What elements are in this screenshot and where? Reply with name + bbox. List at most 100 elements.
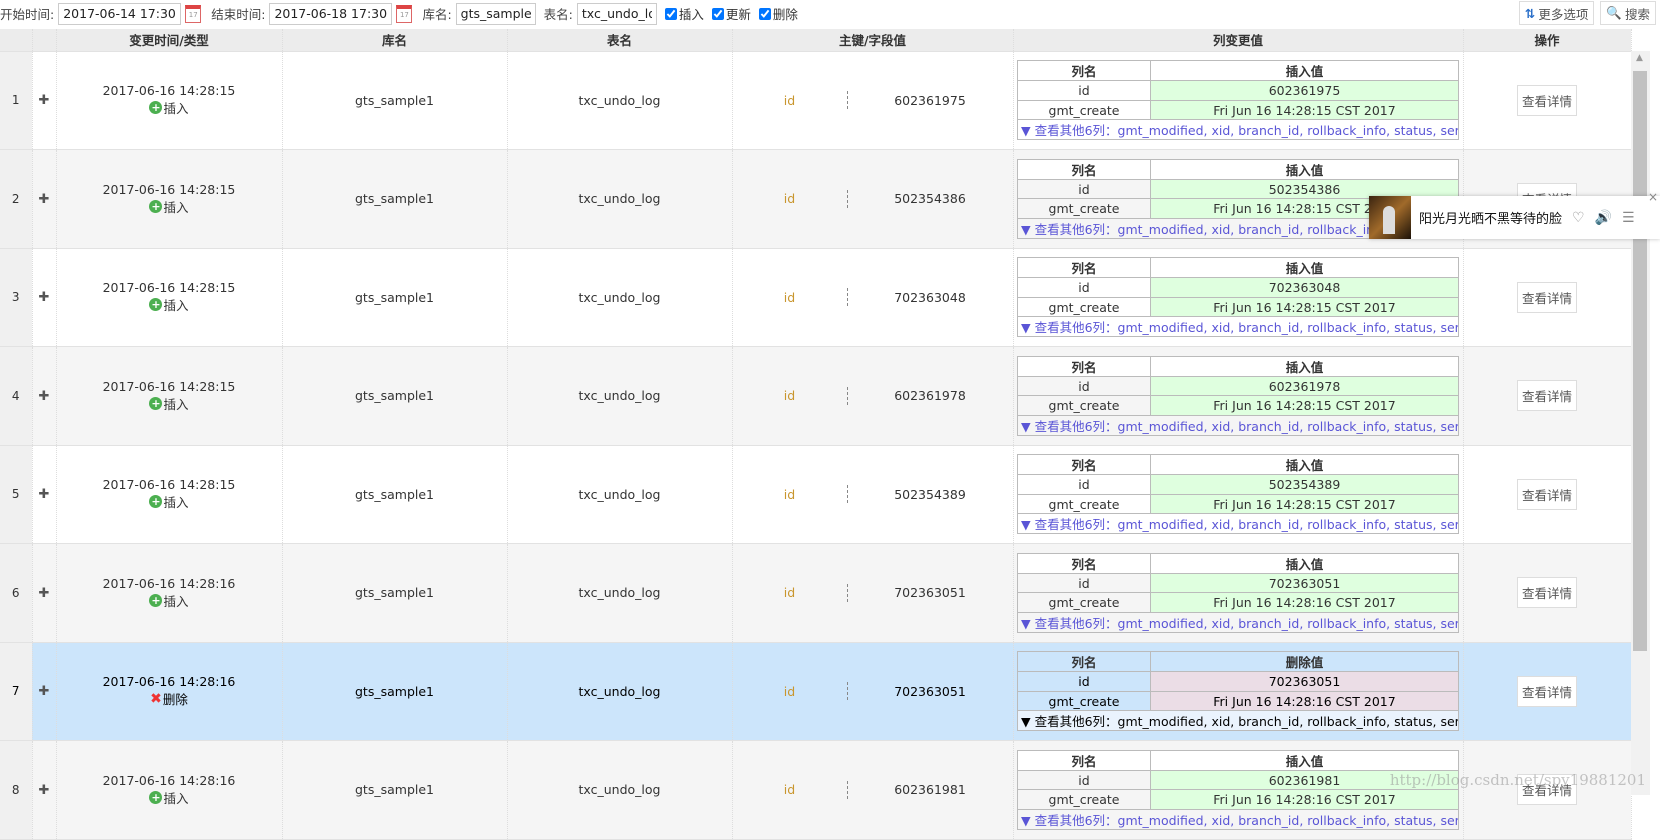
row-number: 5 bbox=[0, 445, 33, 544]
update-checkbox-label: 更新 bbox=[725, 7, 751, 22]
table-row[interactable]: 4 ✚ 2017-06-16 14:28:15 + 插入 gts_sample1 … bbox=[0, 346, 1632, 446]
ops-cell: 查看详情 bbox=[1463, 740, 1632, 840]
key-name: id bbox=[783, 585, 796, 601]
view-details-button[interactable]: 查看详情 bbox=[1516, 478, 1577, 510]
update-checkbox-input[interactable] bbox=[711, 7, 724, 20]
volume-icon[interactable]: 🔊 bbox=[1595, 210, 1612, 226]
scrollbar-thumb[interactable] bbox=[1633, 71, 1647, 651]
view-details-button[interactable]: 查看详情 bbox=[1516, 84, 1577, 116]
table-row[interactable]: 6 ✚ 2017-06-16 14:28:16 + 插入 gts_sample1 … bbox=[0, 543, 1632, 643]
expand-button[interactable]: ✚ bbox=[32, 445, 57, 544]
view-details-button[interactable]: 查看详情 bbox=[1516, 380, 1577, 412]
calendar-icon[interactable]: 17 bbox=[185, 4, 202, 23]
column-name: gmt_create bbox=[1017, 592, 1151, 613]
vertical-scrollbar[interactable]: ▲ bbox=[1631, 51, 1650, 795]
show-more-columns-link[interactable]: ▼ 查看其他6列：gmt_modified, xid, branch_id, r… bbox=[1017, 316, 1459, 338]
view-details-button[interactable]: 查看详情 bbox=[1516, 675, 1577, 707]
column-value: Fri Jun 16 14:28:15 CST 2017 bbox=[1150, 395, 1459, 416]
insert-checkbox[interactable]: 插入 bbox=[664, 4, 704, 23]
column-value: Fri Jun 16 14:28:16 CST 2017 bbox=[1150, 592, 1459, 613]
expand-button[interactable]: ✚ bbox=[32, 740, 57, 840]
delete-checkbox[interactable]: 删除 bbox=[758, 4, 798, 23]
sub-header-value: 插入值 bbox=[1150, 749, 1459, 771]
change-type-badge: + 插入 bbox=[149, 197, 189, 216]
sub-header-col: 列名 bbox=[1017, 355, 1151, 377]
column-value: 702363048 bbox=[1150, 277, 1459, 298]
column-change-table: 列名 插入值 id 702363051 gmt_create Fri Jun 16 1… bbox=[1017, 552, 1459, 633]
sub-header-value: 插入值 bbox=[1150, 60, 1459, 82]
insert-icon: + bbox=[149, 593, 163, 607]
end-time-label: 结束时间: bbox=[211, 7, 266, 22]
show-more-columns-link[interactable]: ▼ 查看其他6列：gmt_modified, xid, branch_id, r… bbox=[1017, 414, 1459, 436]
table-input[interactable] bbox=[576, 2, 657, 25]
show-more-columns-link[interactable]: ▼ 查看其他6列：gmt_modified, xid, branch_id, r… bbox=[1017, 710, 1459, 732]
column-name: gmt_create bbox=[1017, 493, 1151, 515]
table-row[interactable]: 3 ✚ 2017-06-16 14:28:15 + 插入 gts_sample1 … bbox=[0, 248, 1632, 347]
change-type: 插入 bbox=[163, 396, 189, 412]
change-type-badge: + 插入 bbox=[149, 788, 189, 807]
view-details-button[interactable]: 查看详情 bbox=[1516, 281, 1577, 313]
ops-cell: 查看详情 bbox=[1463, 248, 1632, 347]
sub-header-col: 列名 bbox=[1017, 158, 1151, 180]
expand-button[interactable]: ✚ bbox=[32, 642, 57, 741]
plus-icon: ✚ bbox=[38, 388, 50, 404]
key-value: 502354386 bbox=[894, 191, 966, 207]
view-details-button[interactable]: 查看详情 bbox=[1516, 577, 1577, 609]
search-button[interactable]: 🔍 搜索 bbox=[1600, 1, 1656, 25]
db-name: gts_sample1 bbox=[282, 346, 508, 446]
show-more-columns-link[interactable]: ▼ 查看其他6列：gmt_modified, xid, branch_id, r… bbox=[1017, 808, 1459, 830]
column-name: id bbox=[1017, 671, 1151, 692]
key-value: 702363051 bbox=[894, 683, 966, 699]
music-popup[interactable]: 阳光月光晒不黑等待的脸 ♡ 🔊 ☰ × bbox=[1369, 190, 1660, 239]
key-cell: id 702363048 bbox=[732, 248, 1014, 347]
change-type-badge: + 插入 bbox=[149, 295, 189, 314]
change-time: 2017-06-16 14:28:15 bbox=[102, 280, 236, 296]
start-time-input[interactable] bbox=[58, 2, 182, 25]
column-change-table: 列名 插入值 id 502354389 gmt_create Fri Jun 16 1… bbox=[1017, 454, 1459, 535]
playlist-icon[interactable]: ☰ bbox=[1622, 210, 1635, 226]
insert-checkbox-input[interactable] bbox=[664, 7, 677, 20]
change-type: 插入 bbox=[163, 101, 189, 117]
expand-button[interactable]: ✚ bbox=[32, 149, 57, 249]
expand-button[interactable]: ✚ bbox=[32, 543, 57, 643]
more-options-button[interactable]: ⇅ 更多选项 bbox=[1518, 1, 1595, 25]
db-input[interactable] bbox=[455, 2, 536, 25]
row-number: 6 bbox=[0, 543, 33, 643]
expand-button[interactable]: ✚ bbox=[32, 51, 57, 150]
plus-icon: ✚ bbox=[38, 487, 50, 503]
column-value: Fri Jun 16 14:28:15 CST 2017 bbox=[1150, 493, 1459, 515]
calendar-icon[interactable]: 17 bbox=[396, 4, 413, 23]
show-more-columns-link[interactable]: ▼ 查看其他6列：gmt_modified, xid, branch_id, r… bbox=[1017, 611, 1459, 633]
plus-icon: ✚ bbox=[38, 290, 50, 306]
row-number: 3 bbox=[0, 248, 33, 347]
changes-cell: 列名 插入值 id 502354389 gmt_create Fri Jun 16 1… bbox=[1013, 445, 1464, 544]
table-name: txc_undo_log bbox=[507, 346, 733, 446]
close-icon[interactable]: × bbox=[1648, 190, 1658, 204]
table-row[interactable]: 5 ✚ 2017-06-16 14:28:15 + 插入 gts_sample1 … bbox=[0, 445, 1632, 544]
delete-checkbox-input[interactable] bbox=[758, 7, 771, 20]
plus-icon: ✚ bbox=[38, 191, 50, 207]
update-checkbox[interactable]: 更新 bbox=[711, 4, 751, 23]
change-time: 2017-06-16 14:28:15 bbox=[102, 378, 236, 394]
column-name: id bbox=[1017, 474, 1151, 495]
time-type-cell: 2017-06-16 14:28:15 + 插入 bbox=[56, 51, 283, 150]
end-time-input[interactable] bbox=[269, 2, 393, 25]
column-name: id bbox=[1017, 572, 1151, 594]
change-type: 插入 bbox=[163, 199, 189, 215]
table-name: txc_undo_log bbox=[507, 445, 733, 544]
insert-icon: + bbox=[149, 298, 163, 312]
table-row[interactable]: 8 ✚ 2017-06-16 14:28:16 + 插入 gts_sample1 … bbox=[0, 740, 1632, 840]
table-row[interactable]: 7 ✚ 2017-06-16 14:28:16 ✖ 删除 gts_sample1 … bbox=[0, 642, 1632, 741]
expand-button[interactable]: ✚ bbox=[32, 346, 57, 446]
table-name: txc_undo_log bbox=[507, 642, 733, 741]
heart-icon[interactable]: ♡ bbox=[1572, 210, 1585, 226]
changes-cell: 列名 插入值 id 702363051 gmt_create Fri Jun 16 1… bbox=[1013, 543, 1464, 643]
time-type-cell: 2017-06-16 14:28:15 + 插入 bbox=[56, 248, 283, 347]
show-more-columns-link[interactable]: ▼ 查看其他6列：gmt_modified, xid, branch_id, r… bbox=[1017, 513, 1459, 535]
expand-button[interactable]: ✚ bbox=[32, 248, 57, 347]
show-more-columns-link[interactable]: ▼ 查看其他6列：gmt_modified, xid, branch_id, r… bbox=[1017, 119, 1459, 141]
changes-cell: 列名 删除值 id 702363051 gmt_create Fri Jun 16 1… bbox=[1013, 642, 1464, 741]
scroll-up-icon[interactable]: ▲ bbox=[1636, 53, 1643, 63]
row-number: 4 bbox=[0, 346, 33, 446]
table-row[interactable]: 1 ✚ 2017-06-16 14:28:15 + 插入 gts_sample1 … bbox=[0, 51, 1632, 150]
